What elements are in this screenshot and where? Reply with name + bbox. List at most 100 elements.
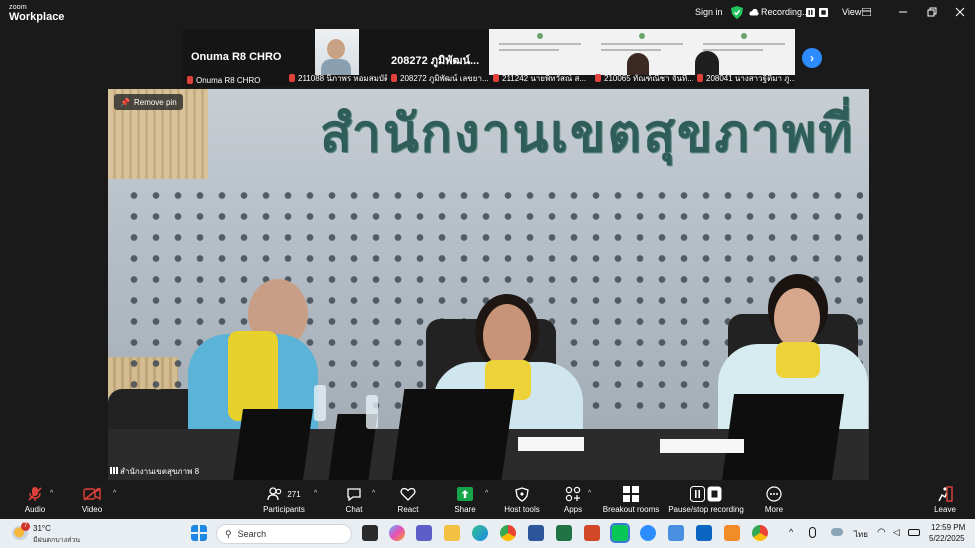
more-icon bbox=[766, 486, 782, 502]
search-icon: ⚲ bbox=[225, 528, 232, 539]
participant-label: 208041 นางสาวฐิติมา ภู... bbox=[693, 72, 795, 85]
chat-icon bbox=[347, 488, 361, 501]
close-icon[interactable] bbox=[955, 7, 965, 17]
chevron-right-icon: › bbox=[810, 51, 814, 65]
leave-button[interactable]: Leave bbox=[910, 483, 975, 519]
chrome-icon[interactable] bbox=[500, 525, 516, 541]
participant-label-text: 210065 ทัณฑ์ณิชา จันทิ... bbox=[604, 74, 693, 83]
copilot-icon[interactable] bbox=[389, 525, 405, 541]
sign-in-link[interactable]: Sign in bbox=[695, 7, 723, 17]
minimize-icon[interactable] bbox=[898, 7, 908, 17]
meet-icon[interactable] bbox=[668, 525, 684, 541]
participants-button[interactable]: 271 Participants bbox=[249, 483, 319, 519]
audio-options-caret[interactable]: ^ bbox=[50, 490, 53, 497]
shield-check-icon[interactable] bbox=[731, 6, 743, 19]
participant-name-large: Onuma R8 CHRO bbox=[191, 51, 282, 63]
participant-tile[interactable]: 208272 ภูมิพัฒน์... 208272 ภูมิพัฒน์ เลข… bbox=[387, 29, 489, 87]
apps-options-caret[interactable]: ^ bbox=[588, 490, 591, 497]
slide-text-line bbox=[499, 43, 581, 45]
edge-icon[interactable] bbox=[472, 525, 488, 541]
meeting-toolbar: Audio ^ Video ^ 271 Participants ^ Chat … bbox=[0, 483, 975, 519]
more-button[interactable]: More bbox=[739, 483, 809, 519]
next-page-button[interactable]: › bbox=[802, 48, 822, 68]
mic-muted-icon bbox=[595, 74, 601, 82]
view-menu[interactable]: View bbox=[842, 7, 861, 17]
shared-slide bbox=[489, 29, 591, 75]
video-button[interactable]: Video bbox=[57, 483, 127, 519]
participant-label: 211088 นิภาพร หอมสมบัติ... bbox=[285, 72, 387, 85]
participants-icon bbox=[267, 487, 282, 501]
volume-icon[interactable]: ◁ bbox=[893, 527, 900, 538]
leave-label: Leave bbox=[934, 505, 956, 514]
breakout-rooms-label: Breakout rooms bbox=[602, 505, 660, 514]
participant-name-large: 208272 ภูมิพัฒน์... bbox=[391, 55, 480, 67]
mic-muted-icon bbox=[28, 487, 42, 501]
video-muted-icon bbox=[83, 487, 101, 501]
clock-date[interactable]: 5/22/2025 bbox=[929, 534, 965, 543]
windows-taskbar: 7 31°C มีฝนตกบางส่วน ⚲ Search ^ ไทย ◠ ◁ … bbox=[0, 519, 975, 548]
video-participant-name: สำนักงานเขตสุขภาพ 8 bbox=[110, 465, 199, 478]
wifi-icon[interactable]: ◠ bbox=[877, 527, 886, 538]
video-options-caret[interactable]: ^ bbox=[113, 490, 116, 497]
mic-muted-icon bbox=[391, 74, 397, 82]
word-icon[interactable] bbox=[528, 525, 544, 541]
recording-status[interactable]: Recording... bbox=[761, 7, 810, 17]
video-banner-text: สำนักงานเขตสุขภาพที่ bbox=[320, 105, 855, 163]
signal-bars-icon bbox=[110, 467, 118, 474]
participant-tile[interactable]: 211088 นิภาพร หอมสมบัติ... bbox=[285, 29, 387, 87]
pinned-video[interactable]: สำนักงานเขตสุขภาพที่ 📌 Remove pin สำนักง… bbox=[108, 89, 869, 480]
heart-icon bbox=[400, 487, 416, 501]
app-orange-icon[interactable] bbox=[724, 525, 740, 541]
line-icon[interactable] bbox=[610, 523, 630, 543]
slide-text-line bbox=[703, 49, 763, 51]
tray-mic-icon[interactable] bbox=[809, 527, 816, 538]
file-explorer-icon[interactable] bbox=[444, 525, 460, 541]
remove-pin-button[interactable]: 📌 Remove pin bbox=[114, 94, 183, 110]
pause-recording-icon[interactable] bbox=[806, 8, 815, 17]
windows-start-icon[interactable] bbox=[191, 525, 207, 541]
participant-label: 208272 ภูมิพัฒน์ เลขยา... bbox=[387, 72, 489, 85]
breakout-rooms-button[interactable]: Breakout rooms bbox=[596, 483, 666, 519]
zoom-window: zoom Workplace Sign in Recording... View bbox=[0, 0, 975, 548]
participant-face bbox=[327, 39, 345, 59]
excel-icon[interactable] bbox=[556, 525, 572, 541]
battery-icon[interactable] bbox=[908, 529, 920, 536]
grid-view-icon[interactable] bbox=[862, 8, 871, 16]
participant-label: Onuma R8 CHRO bbox=[183, 76, 285, 85]
stop-recording-icon[interactable] bbox=[819, 8, 828, 17]
participant-tile[interactable]: 211242 นายพิทวัสณ์ ส... bbox=[489, 29, 591, 87]
cloud-icon bbox=[749, 8, 759, 16]
clock-time[interactable]: 12:59 PM bbox=[931, 523, 965, 532]
webex-icon[interactable] bbox=[696, 525, 712, 541]
video-label: Video bbox=[81, 505, 103, 514]
video-laptop bbox=[391, 389, 515, 480]
participant-tile[interactable]: 208041 นางสาวฐิติมา ภู... bbox=[693, 29, 795, 87]
video-laptop bbox=[233, 409, 313, 480]
share-screen-icon bbox=[457, 487, 473, 501]
shared-slide bbox=[693, 29, 795, 75]
mic-muted-icon bbox=[493, 74, 499, 82]
brand-large: Workplace bbox=[9, 11, 65, 23]
mic-muted-icon bbox=[289, 74, 295, 82]
video-nameplate bbox=[660, 439, 744, 453]
zoom-app-icon[interactable] bbox=[640, 525, 656, 541]
tray-chevron-icon[interactable]: ^ bbox=[789, 527, 793, 537]
participant-tile[interactable]: 210065 ทัณฑ์ณิชา จันทิ... bbox=[591, 29, 693, 87]
tray-cloud-icon[interactable] bbox=[831, 528, 843, 536]
shield-icon bbox=[515, 486, 529, 502]
participants-options-caret[interactable]: ^ bbox=[314, 490, 317, 497]
shared-slide bbox=[591, 29, 693, 75]
weather-temp[interactable]: 31°C bbox=[33, 524, 51, 533]
powerpoint-icon[interactable] bbox=[584, 525, 600, 541]
taskbar-search[interactable]: ⚲ Search bbox=[216, 524, 352, 544]
task-view-icon[interactable] bbox=[362, 525, 378, 541]
pause-stop-icon bbox=[690, 486, 722, 502]
participant-tile[interactable]: Onuma R8 CHRO Onuma R8 CHRO bbox=[183, 29, 285, 87]
chrome-profile-icon[interactable] bbox=[752, 525, 768, 541]
video-water-bottle bbox=[314, 385, 326, 421]
teams-icon[interactable] bbox=[416, 525, 432, 541]
pause-stop-recording-button[interactable]: Pause/stop recording bbox=[666, 483, 746, 519]
participant-video bbox=[315, 29, 359, 75]
language-indicator[interactable]: ไทย bbox=[854, 528, 868, 541]
restore-icon[interactable] bbox=[927, 7, 937, 17]
